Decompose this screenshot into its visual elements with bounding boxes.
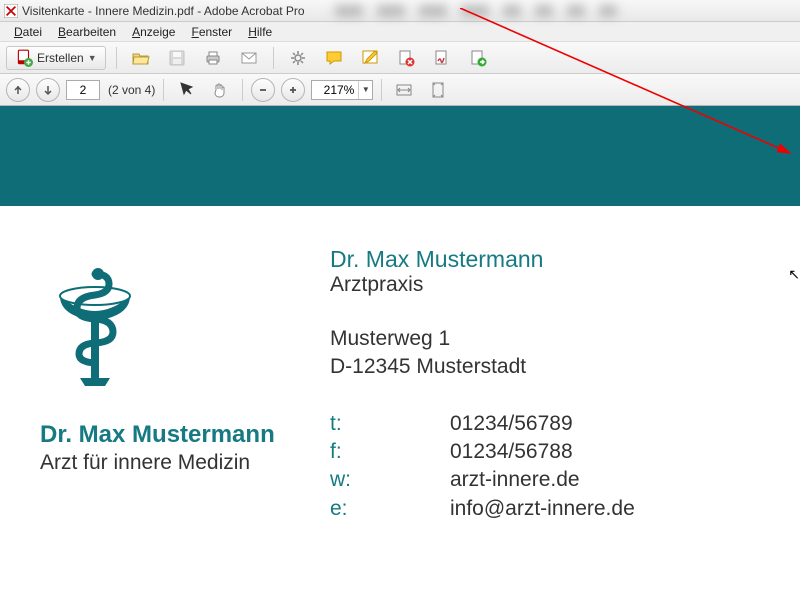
tel-value: 01234/56789 [450, 410, 573, 438]
menu-view[interactable]: Anzeige [126, 24, 181, 40]
card-address: Musterweg 1 D-12345 Musterstadt [330, 325, 760, 382]
toolbar-nav: (2 von 4) 217% ▼ [0, 74, 800, 106]
delete-page-button[interactable] [392, 46, 420, 70]
card-teal-header [0, 106, 800, 206]
create-button[interactable]: Erstellen ▼ [6, 46, 106, 70]
next-page-button[interactable] [36, 78, 60, 102]
page-number-input[interactable] [66, 80, 100, 100]
fit-width-button[interactable] [390, 78, 418, 102]
chevron-down-icon: ▼ [358, 81, 372, 99]
window-title: Visitenkarte - Innere Medizin.pdf - Adob… [22, 4, 305, 18]
email-label: e: [330, 495, 450, 523]
open-button[interactable] [127, 46, 155, 70]
address-line-2: D-12345 Musterstadt [330, 353, 760, 381]
address-line-1: Musterweg 1 [330, 325, 760, 353]
menu-help[interactable]: Hilfe [242, 24, 278, 40]
document-viewport[interactable]: Dr. Max Mustermann Arzt für innere Mediz… [0, 106, 800, 600]
menu-file[interactable]: Datei [8, 24, 48, 40]
comment-button[interactable] [320, 46, 348, 70]
contact-row-web: w: arzt-innere.de [330, 466, 760, 494]
cursor-icon: ↖ [788, 266, 800, 283]
page-count-label: (2 von 4) [108, 83, 155, 97]
card-right-name: Dr. Max Mustermann [330, 246, 760, 273]
sign-button[interactable] [428, 46, 456, 70]
asclepius-logo-icon [40, 256, 330, 399]
titlebar-blurred-controls [335, 5, 617, 17]
export-button[interactable] [464, 46, 492, 70]
web-label: w: [330, 466, 450, 494]
menu-window[interactable]: Fenster [185, 24, 238, 40]
acrobat-icon [4, 4, 18, 18]
contact-row-email: e: info@arzt-innere.de [330, 495, 760, 523]
email-value: info@arzt-innere.de [450, 495, 635, 523]
email-button[interactable] [235, 46, 263, 70]
web-value: arzt-innere.de [450, 466, 580, 494]
contact-row-fax: f: 01234/56788 [330, 438, 760, 466]
zoom-out-button[interactable] [251, 78, 275, 102]
print-button[interactable] [199, 46, 227, 70]
select-tool-button[interactable] [172, 78, 200, 102]
fax-value: 01234/56788 [450, 438, 573, 466]
card-left-subtitle: Arzt für innere Medizin [40, 451, 330, 475]
toolbar-main: Erstellen ▼ [0, 42, 800, 74]
zoom-in-button[interactable] [281, 78, 305, 102]
card-body: Dr. Max Mustermann Arzt für innere Mediz… [0, 206, 800, 523]
fit-page-button[interactable] [424, 78, 452, 102]
titlebar: Visitenkarte - Innere Medizin.pdf - Adob… [0, 0, 800, 22]
contact-row-tel: t: 01234/56789 [330, 410, 760, 438]
separator [273, 47, 274, 69]
prev-page-button[interactable] [6, 78, 30, 102]
settings-button[interactable] [284, 46, 312, 70]
zoom-combo[interactable]: 217% ▼ [311, 80, 373, 100]
create-label: Erstellen [37, 51, 84, 65]
separator [242, 79, 243, 101]
menubar: Datei Bearbeiten Anzeige Fenster Hilfe [0, 22, 800, 42]
tel-label: t: [330, 410, 450, 438]
annotate-button[interactable] [356, 46, 384, 70]
fax-label: f: [330, 438, 450, 466]
hand-tool-button[interactable] [206, 78, 234, 102]
card-right-subtitle: Arztpraxis [330, 273, 760, 297]
separator [381, 79, 382, 101]
chevron-down-icon: ▼ [88, 53, 97, 63]
menu-edit[interactable]: Bearbeiten [52, 24, 122, 40]
card-left-name: Dr. Max Mustermann [40, 421, 330, 449]
separator [116, 47, 117, 69]
save-button[interactable] [163, 46, 191, 70]
separator [163, 79, 164, 101]
zoom-value: 217% [312, 83, 358, 97]
